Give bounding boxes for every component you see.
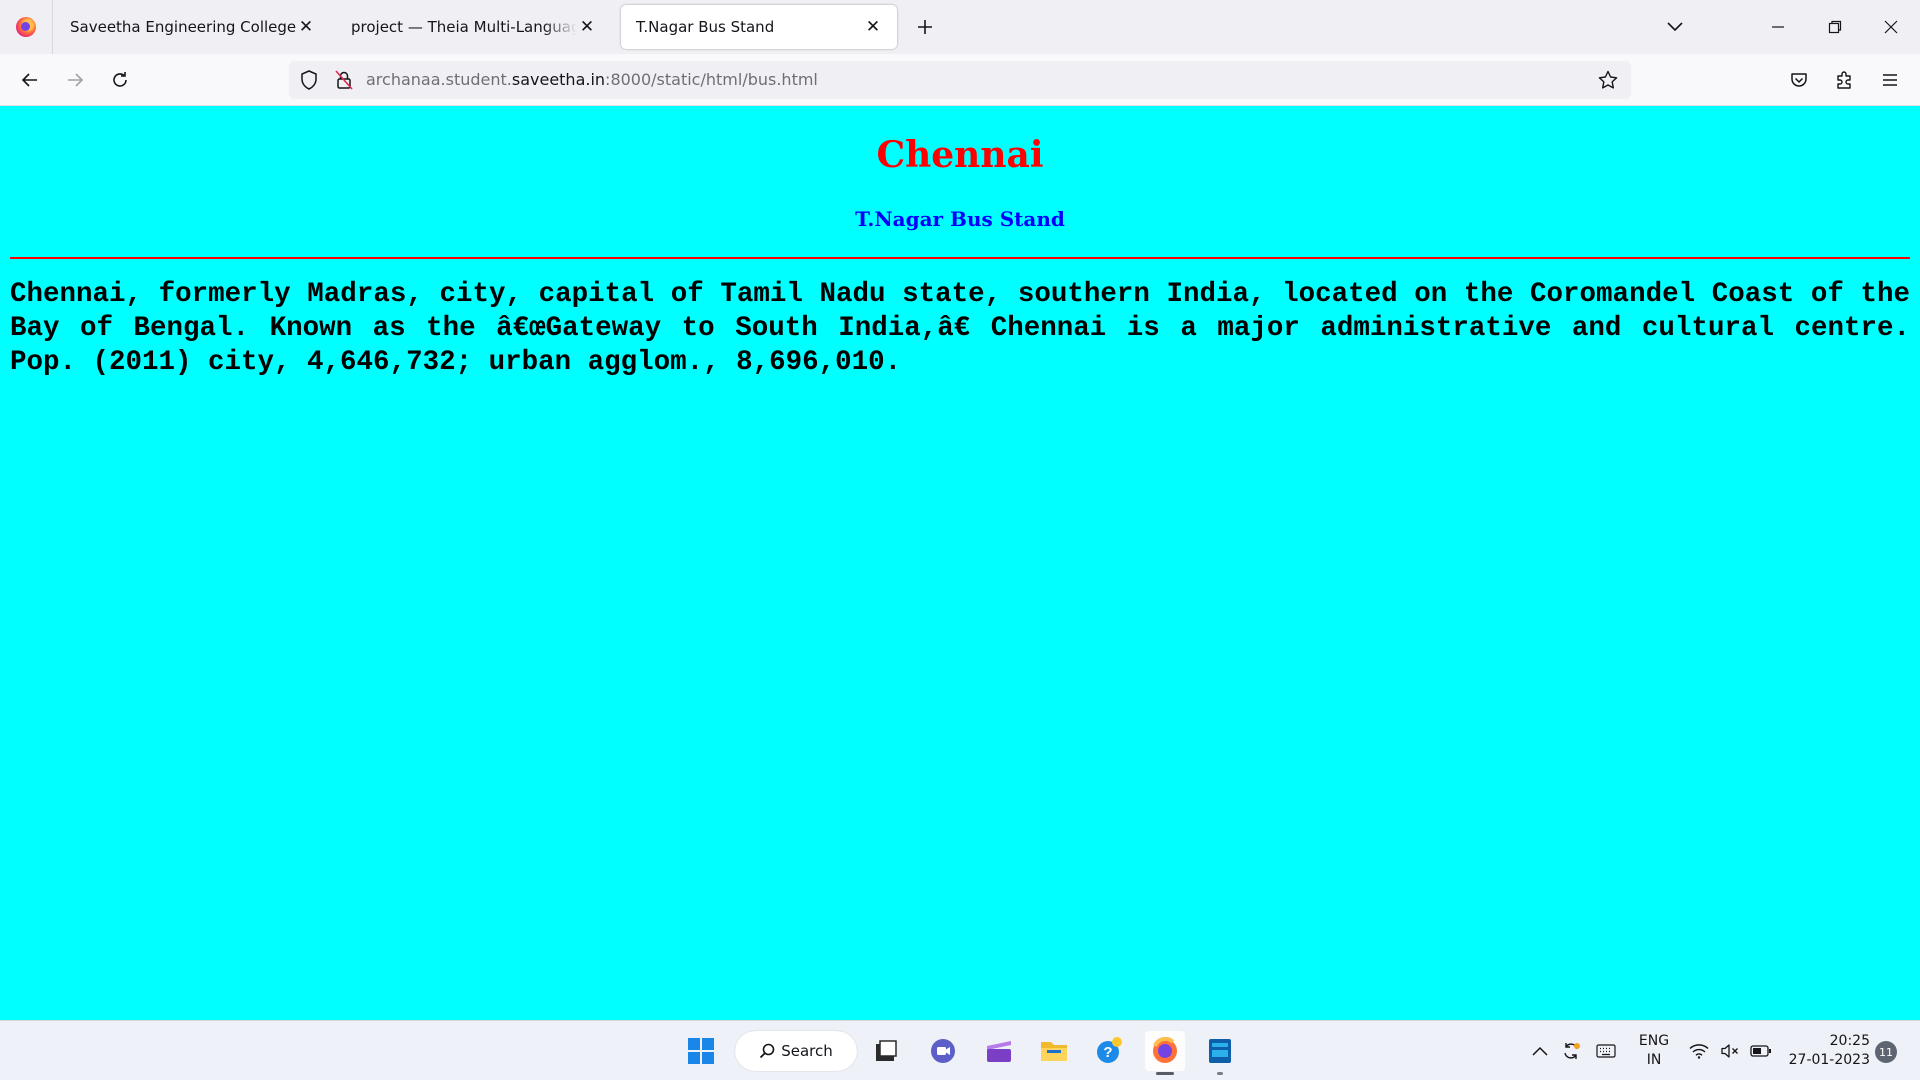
tab-theia-project[interactable]: project — Theia Multi-Language Explorer … — [336, 5, 611, 49]
file-explorer-button[interactable] — [1034, 1031, 1074, 1071]
running-indicator — [1156, 1072, 1174, 1075]
battery-button[interactable] — [1750, 1041, 1772, 1061]
taskbar-search-button[interactable]: Search — [735, 1031, 857, 1071]
show-hidden-icons-button[interactable] — [1529, 1041, 1551, 1061]
chevron-up-icon — [1532, 1046, 1548, 1056]
firefox-icon — [1153, 1037, 1177, 1063]
tracking-protection-shield-icon[interactable] — [298, 69, 320, 91]
firefox-view-button[interactable] — [0, 0, 53, 54]
windows-taskbar: Search ? ENG IN 20:25 27-01-2023 11 — [0, 1020, 1920, 1080]
search-label: Search — [781, 1042, 833, 1060]
page-content: Chennai T.Nagar Bus Stand Chennai, forme… — [0, 106, 1920, 1020]
chevron-down-icon — [1667, 22, 1683, 32]
reload-button[interactable] — [104, 64, 136, 96]
address-bar[interactable]: archanaa.student.saveetha.in:8000/static… — [289, 61, 1631, 99]
tab-title: Saveetha Engineering College — [70, 18, 296, 36]
minimize-button[interactable] — [1763, 12, 1793, 42]
input-language-indicator[interactable]: ENG IN — [1634, 1032, 1674, 1070]
restore-button[interactable] — [1820, 12, 1850, 42]
close-window-button[interactable] — [1876, 12, 1906, 42]
list-all-tabs-button[interactable] — [1662, 14, 1688, 40]
teams-chat-button[interactable] — [923, 1031, 963, 1071]
keyboard-icon — [1596, 1044, 1616, 1058]
sync-status-button[interactable] — [1560, 1041, 1582, 1061]
reload-icon — [113, 72, 127, 87]
notification-count-badge[interactable]: 11 — [1875, 1041, 1897, 1063]
clock-date: 27-01-2023 — [1788, 1052, 1870, 1068]
new-tab-button[interactable] — [912, 14, 938, 40]
hamburger-menu-icon — [1883, 74, 1897, 86]
puzzle-piece-icon — [1837, 71, 1851, 89]
language-region: IN — [1646, 1052, 1662, 1068]
close-tab-icon[interactable]: ✕ — [863, 17, 883, 37]
windows-logo-icon — [688, 1038, 714, 1064]
volume-muted-icon — [1721, 1044, 1738, 1058]
task-view-button[interactable] — [866, 1031, 906, 1071]
tab-tnagar-bus-stand[interactable]: T.Nagar Bus Stand ✕ — [621, 5, 897, 49]
minimize-icon — [1772, 26, 1784, 28]
tab-strip: Saveetha Engineering College ✕ project —… — [0, 0, 1920, 54]
tab-title: T.Nagar Bus Stand — [636, 18, 775, 36]
close-tab-icon[interactable]: ✕ — [296, 17, 316, 37]
page-subheading: T.Nagar Bus Stand — [855, 207, 1065, 231]
restore-icon — [1828, 20, 1842, 34]
svg-text:?: ? — [1103, 1044, 1112, 1061]
running-indicator — [1217, 1072, 1223, 1075]
forward-button[interactable] — [59, 64, 91, 96]
get-help-button[interactable]: ? — [1090, 1031, 1130, 1071]
url-text[interactable]: archanaa.student.saveetha.in:8000/static… — [366, 70, 818, 89]
pocket-icon — [1791, 73, 1807, 87]
search-icon — [760, 1043, 775, 1059]
arrow-left-icon — [21, 73, 37, 87]
extensions-button[interactable] — [1831, 66, 1859, 94]
folder-icon — [1041, 1042, 1067, 1061]
tab-title: project — Theia Multi-Language Explorer — [351, 18, 577, 36]
wifi-icon — [1689, 1044, 1709, 1059]
description-paragraph: Chennai, formerly Madras, city, capital … — [10, 279, 1910, 378]
pocket-button[interactable] — [1785, 66, 1813, 94]
sync-icon — [1564, 1043, 1580, 1059]
battery-icon — [1750, 1045, 1771, 1057]
bookmark-star-icon[interactable] — [1597, 69, 1619, 91]
language-code: ENG — [1638, 1033, 1670, 1049]
insecure-lock-icon[interactable] — [333, 69, 355, 91]
network-button[interactable] — [1688, 1041, 1710, 1061]
tab-saveetha[interactable]: Saveetha Engineering College ✕ — [55, 5, 330, 49]
clock[interactable]: 20:25 27-01-2023 — [1784, 1032, 1870, 1070]
app-menu-button[interactable] — [1876, 66, 1904, 94]
url-prefix: archanaa.student. — [366, 70, 512, 89]
clock-time: 20:25 — [1829, 1033, 1870, 1049]
help-icon: ? — [1097, 1037, 1122, 1063]
clipchamp-button[interactable] — [979, 1031, 1019, 1071]
navigation-toolbar: archanaa.student.saveetha.in:8000/static… — [0, 54, 1920, 106]
close-icon — [1884, 20, 1898, 34]
task-view-icon — [876, 1040, 897, 1061]
horizontal-rule — [10, 257, 1910, 259]
volume-button[interactable] — [1719, 1041, 1741, 1061]
url-host: saveetha.in — [511, 70, 606, 89]
clipchamp-icon — [987, 1041, 1011, 1062]
firefox-logo-icon — [16, 17, 36, 37]
firefox-taskbar-button[interactable] — [1145, 1031, 1185, 1075]
url-suffix: :8000/static/html/bus.html — [605, 70, 818, 89]
arrow-right-icon — [68, 73, 84, 87]
touch-keyboard-button[interactable] — [1595, 1041, 1617, 1061]
video-chat-icon — [931, 1039, 955, 1063]
plus-icon — [918, 20, 932, 34]
app-window-icon — [1209, 1039, 1231, 1063]
page-heading: Chennai — [876, 134, 1044, 176]
back-button[interactable] — [14, 64, 46, 96]
close-tab-icon[interactable]: ✕ — [577, 17, 597, 37]
app-taskbar-button[interactable] — [1200, 1031, 1240, 1075]
start-button[interactable] — [681, 1031, 721, 1071]
